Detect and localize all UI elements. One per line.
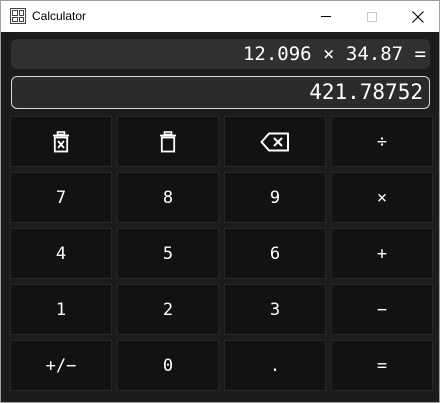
plus-button[interactable]: + bbox=[331, 228, 433, 279]
minimize-icon bbox=[321, 16, 331, 17]
maximize-icon bbox=[367, 11, 377, 22]
digit-8-button[interactable]: 8 bbox=[117, 172, 219, 223]
digit-5-button[interactable]: 5 bbox=[117, 228, 219, 279]
digit-0-button[interactable]: 0 bbox=[117, 340, 219, 391]
minimize-button[interactable] bbox=[303, 1, 349, 32]
equals-button[interactable]: = bbox=[331, 340, 433, 391]
digit-4-button[interactable]: 4 bbox=[10, 228, 112, 279]
digit-1-button[interactable]: 1 bbox=[10, 284, 112, 335]
digit-9-button[interactable]: 9 bbox=[224, 172, 326, 223]
backspace-button[interactable] bbox=[224, 116, 326, 167]
digit-6-button[interactable]: 6 bbox=[224, 228, 326, 279]
multiply-button[interactable]: × bbox=[331, 172, 433, 223]
backspace-icon bbox=[260, 132, 289, 151]
maximize-button[interactable] bbox=[349, 1, 395, 32]
digit-7-button[interactable]: 7 bbox=[10, 172, 112, 223]
decimal-button[interactable]: . bbox=[224, 340, 326, 391]
close-button[interactable] bbox=[395, 1, 440, 32]
clear-all-button[interactable] bbox=[10, 116, 112, 167]
minus-button[interactable]: − bbox=[331, 284, 433, 335]
negate-button[interactable]: +/− bbox=[10, 340, 112, 391]
clear-all-icon bbox=[53, 130, 69, 152]
calculator-icon bbox=[10, 8, 26, 24]
clear-button[interactable] bbox=[117, 116, 219, 167]
window-title: Calculator bbox=[32, 9, 87, 23]
title-bar: Calculator bbox=[0, 0, 440, 32]
digit-2-button[interactable]: 2 bbox=[117, 284, 219, 335]
clear-icon bbox=[160, 130, 176, 152]
digit-3-button[interactable]: 3 bbox=[224, 284, 326, 335]
result-display[interactable]: 421.78752 bbox=[11, 76, 430, 109]
divide-button[interactable]: ÷ bbox=[331, 116, 433, 167]
close-icon bbox=[412, 10, 424, 23]
expression-display: 12.096 × 34.87 = bbox=[11, 39, 430, 69]
keypad: ÷ 7 8 9 × 4 5 6 + 1 2 3 − +/− 0 . = bbox=[10, 116, 433, 391]
calculator-body: 12.096 × 34.87 = 421.78752 ÷ 7 8 9 × 4 5… bbox=[0, 32, 440, 403]
